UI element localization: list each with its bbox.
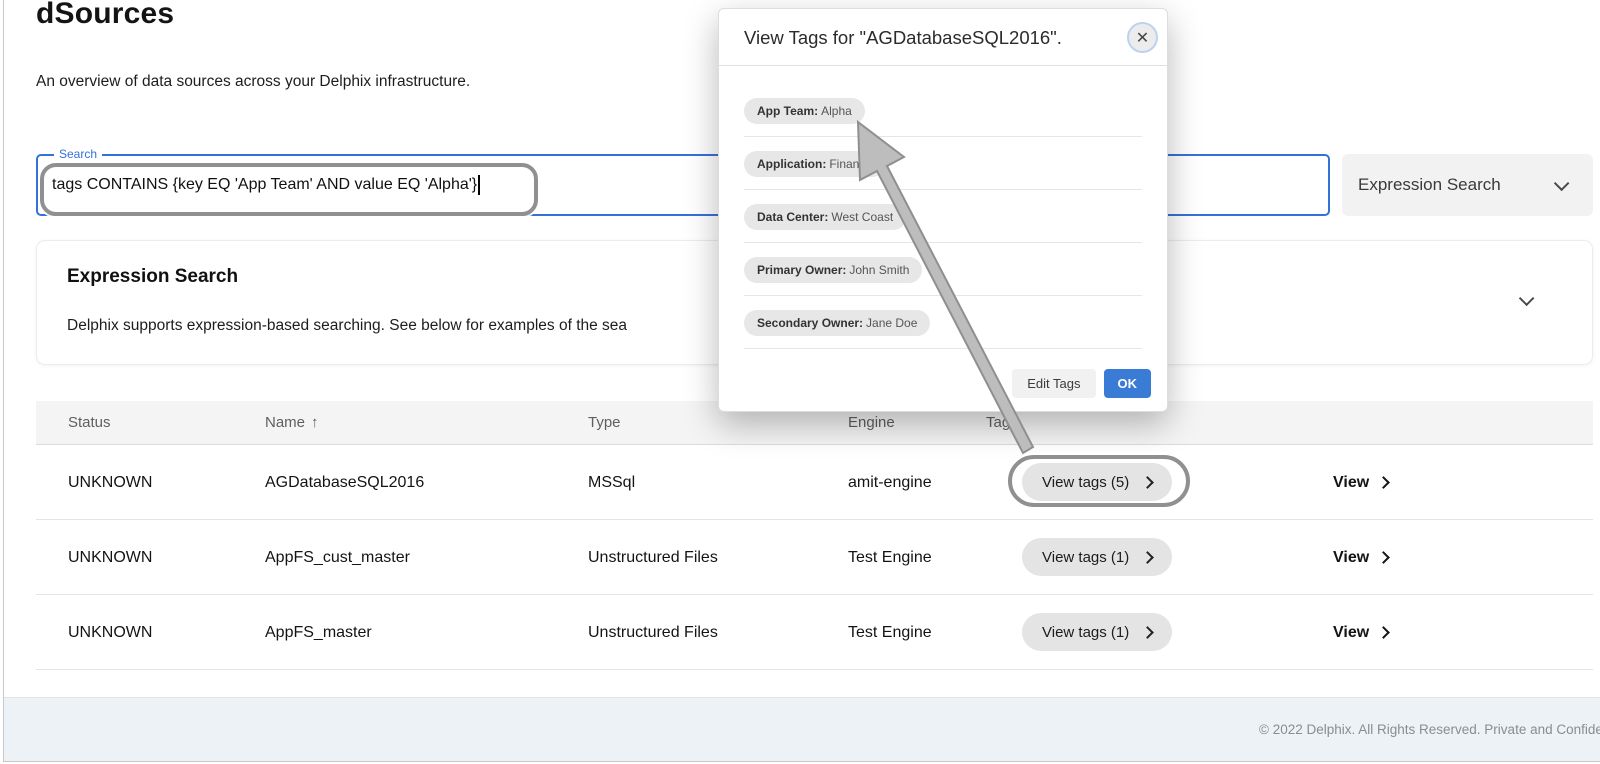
modal-header: View Tags for "AGDatabaseSQL2016". ✕ <box>719 9 1167 66</box>
chevron-right-icon <box>1141 626 1154 639</box>
expression-search-description: Delphix supports expression-based search… <box>67 317 627 335</box>
search-input[interactable]: tags CONTAINS {key EQ 'App Team' AND val… <box>52 156 480 214</box>
page-title: dSources <box>36 0 174 31</box>
column-header-name[interactable]: Name↑ <box>265 401 319 445</box>
page-footer: © 2022 Delphix. All Rights Reserved. Pri… <box>4 697 1600 761</box>
close-button[interactable]: ✕ <box>1127 22 1158 53</box>
search-mode-dropdown[interactable]: Expression Search <box>1342 154 1593 216</box>
tag-chip: Application:Finance <box>744 151 885 177</box>
tag-row: Secondary Owner:Jane Doe <box>744 296 1142 349</box>
chevron-right-icon <box>1141 476 1154 489</box>
sort-ascending-icon: ↑ <box>311 414 319 431</box>
cell-name: AppFS_cust_master <box>265 520 410 595</box>
chevron-right-icon <box>1377 551 1390 564</box>
expression-search-heading: Expression Search <box>67 266 238 288</box>
engine-link[interactable]: Test Engine <box>848 520 932 595</box>
cell-type: Unstructured Files <box>588 520 718 595</box>
column-header-type[interactable]: Type <box>588 401 621 445</box>
ok-button[interactable]: OK <box>1104 369 1152 398</box>
tag-row: Application:Finance <box>744 137 1142 190</box>
tag-row: Data Center:West Coast <box>744 190 1142 243</box>
collapse-chevron-icon[interactable] <box>1519 291 1535 307</box>
cell-status: UNKNOWN <box>68 520 152 595</box>
close-icon: ✕ <box>1136 28 1149 48</box>
search-mode-label: Expression Search <box>1358 175 1554 195</box>
search-input-value: tags CONTAINS {key EQ 'App Team' AND val… <box>52 176 477 193</box>
cell-name: AGDatabaseSQL2016 <box>265 445 424 520</box>
chevron-right-icon <box>1141 551 1154 564</box>
cell-name: AppFS_master <box>265 595 372 670</box>
tag-row: Primary Owner:John Smith <box>744 243 1142 296</box>
table-row: UNKNOWN AppFS_master Unstructured Files … <box>36 595 1593 670</box>
modal-title: View Tags for "AGDatabaseSQL2016". <box>744 9 1062 66</box>
engine-link[interactable]: Test Engine <box>848 595 932 670</box>
modal-actions: Edit Tags OK <box>1012 369 1151 398</box>
tag-chip: Secondary Owner:Jane Doe <box>744 310 930 336</box>
view-row-link[interactable]: View <box>1333 520 1388 595</box>
view-tags-button[interactable]: View tags (1) <box>1022 538 1172 576</box>
cell-type: Unstructured Files <box>588 595 718 670</box>
dsources-table: Status Name↑ Type Engine Tags UNKNOWN AG… <box>36 401 1593 670</box>
chevron-right-icon <box>1377 476 1390 489</box>
tag-chip: Data Center:West Coast <box>744 204 906 230</box>
chevron-down-icon <box>1554 175 1570 191</box>
view-tags-button[interactable]: View tags (5) <box>1022 463 1172 501</box>
tag-chip: Primary Owner:John Smith <box>744 257 922 283</box>
copyright-text: © 2022 Delphix. All Rights Reserved. Pri… <box>1259 698 1600 762</box>
view-tags-modal: View Tags for "AGDatabaseSQL2016". ✕ App… <box>718 8 1168 412</box>
engine-link[interactable]: amit-engine <box>848 445 932 520</box>
chevron-right-icon <box>1377 626 1390 639</box>
edit-tags-button[interactable]: Edit Tags <box>1012 369 1095 398</box>
cell-type: MSSql <box>588 445 635 520</box>
cell-status: UNKNOWN <box>68 445 152 520</box>
page-subtitle: An overview of data sources across your … <box>36 73 470 91</box>
table-row: UNKNOWN AppFS_cust_master Unstructured F… <box>36 520 1593 595</box>
view-tags-button[interactable]: View tags (1) <box>1022 613 1172 651</box>
tag-chip: App Team:Alpha <box>744 98 865 124</box>
column-header-status[interactable]: Status <box>68 401 111 445</box>
view-row-link[interactable]: View <box>1333 445 1388 520</box>
tag-row: App Team:Alpha <box>744 84 1142 137</box>
text-caret <box>478 175 480 195</box>
cell-status: UNKNOWN <box>68 595 152 670</box>
row-divider <box>744 348 1142 349</box>
view-row-link[interactable]: View <box>1333 595 1388 670</box>
table-row: UNKNOWN AGDatabaseSQL2016 MSSql amit-eng… <box>36 445 1593 520</box>
